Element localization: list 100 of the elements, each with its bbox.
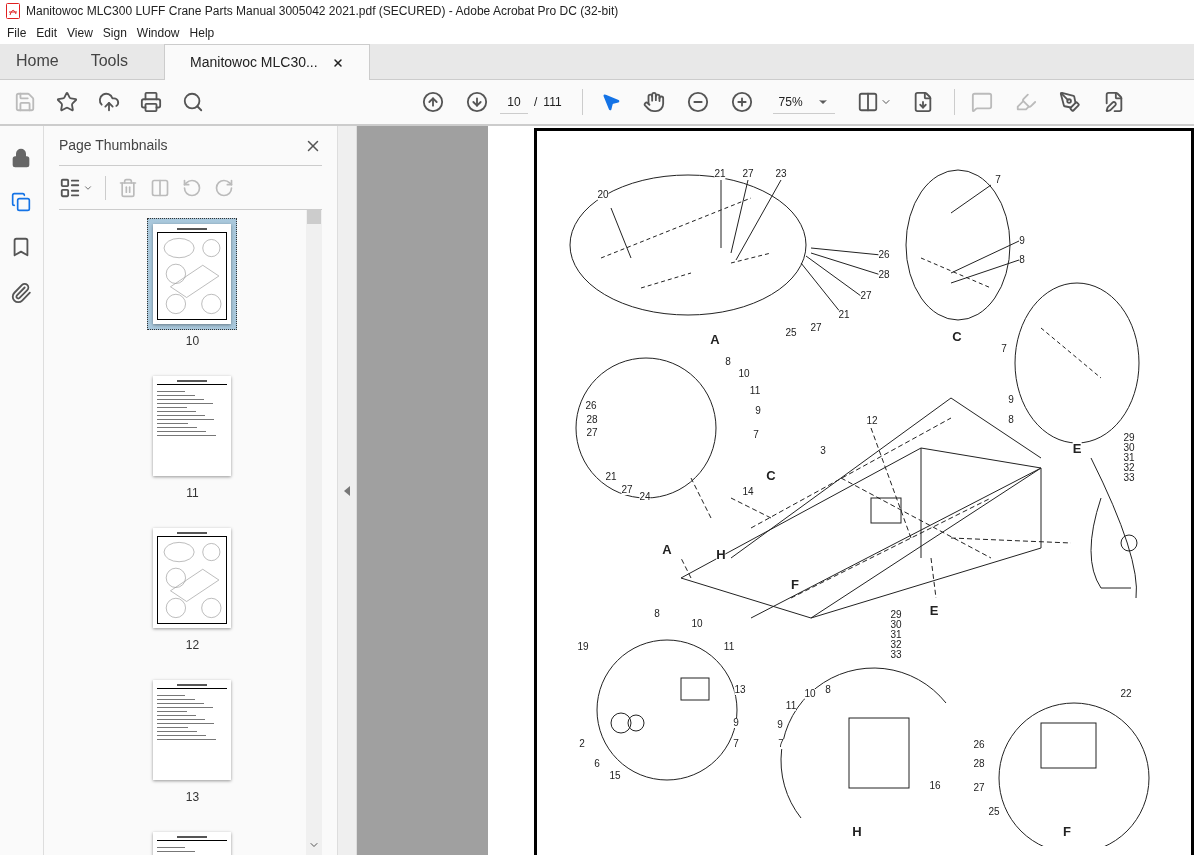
view-label: A [710, 332, 720, 346]
callout-number: 9 [755, 406, 761, 416]
callout-number: 10 [804, 689, 816, 699]
next-page-icon[interactable] [466, 91, 488, 113]
callout-number: 16 [929, 781, 941, 791]
callout-number: 27 [621, 485, 633, 495]
view-label: E [1072, 441, 1082, 455]
collapse-handle-icon[interactable] [344, 485, 351, 496]
callout-number: 13 [734, 685, 746, 695]
document-tab[interactable]: Manitowoc MLC30... [164, 44, 370, 80]
zoom-out-icon[interactable] [686, 91, 709, 113]
callout-number: 8 [725, 357, 731, 367]
view-label: C [952, 329, 962, 343]
menu-item[interactable]: Window [131, 24, 185, 42]
callout-number: 14 [742, 487, 754, 497]
callout-number: 23 [775, 169, 787, 179]
thumbnail[interactable] [147, 218, 238, 330]
callout-number: 31 [890, 630, 902, 640]
view-label: F [791, 577, 799, 591]
nav-tab[interactable]: Tools [74, 43, 145, 79]
paperclip-icon[interactable] [10, 282, 33, 304]
pages-icon[interactable] [11, 192, 32, 212]
callout-number: 19 [577, 642, 589, 652]
select-cursor-icon[interactable] [600, 92, 621, 112]
callout-number: 26 [585, 401, 597, 411]
callout-number: 8 [825, 685, 831, 695]
hand-icon[interactable] [642, 91, 665, 113]
page-separator: / [534, 94, 538, 111]
page-count: 111 [543, 94, 562, 111]
callout-number: 7 [778, 739, 784, 749]
callout-number: 33 [890, 650, 902, 660]
menu-item[interactable]: File [2, 24, 32, 42]
callout-number: 31 [1123, 453, 1135, 463]
callout-number: 7 [733, 739, 739, 749]
callout-number: 7 [995, 175, 1001, 185]
view-label: C [766, 468, 776, 482]
callout-number: 2 [579, 739, 585, 749]
callout-number: 9 [777, 720, 783, 730]
callout-number: 27 [810, 323, 822, 333]
menu-item[interactable]: Sign [97, 24, 132, 42]
callout-number: 10 [691, 619, 703, 629]
callout-number: 11 [723, 642, 735, 652]
menu-item[interactable]: Edit [31, 24, 63, 42]
callout-number: 26 [973, 740, 985, 750]
callout-number: 28 [878, 270, 890, 280]
zoom-dropdown[interactable]: 75% [772, 90, 835, 114]
search-icon[interactable] [182, 91, 204, 113]
pen-icon[interactable] [1058, 91, 1081, 113]
page-fit-icon[interactable] [856, 91, 879, 113]
close-icon[interactable] [331, 56, 344, 69]
callout-number: 24 [639, 492, 651, 502]
menu-item[interactable]: Help [184, 24, 220, 42]
callout-number: 28 [586, 415, 598, 425]
pdf-file-icon [6, 3, 20, 19]
callout-number: 27 [973, 783, 985, 793]
callout-number: 6 [594, 759, 600, 769]
callout-number: 22 [1120, 689, 1132, 699]
view-label: F [1063, 824, 1071, 838]
callout-number: 30 [1123, 443, 1135, 453]
star-icon[interactable] [56, 91, 78, 113]
callout-number: 27 [860, 291, 872, 301]
callout-number: 27 [742, 169, 754, 179]
callout-number: 29 [1123, 433, 1135, 443]
zoom-in-icon[interactable] [730, 91, 753, 113]
callout-number: 32 [1123, 463, 1135, 473]
view-label: H [716, 547, 726, 561]
callout-number: 3 [820, 446, 826, 456]
menu-item[interactable]: View [62, 24, 98, 42]
callout-number: 9 [1019, 236, 1025, 246]
callout-number: 33 [1123, 473, 1135, 483]
callout-number: 28 [973, 759, 985, 769]
callout-number: 21 [838, 310, 850, 320]
page-number-field[interactable]: 10 [500, 90, 528, 114]
callout-number: 11 [749, 386, 761, 396]
callout-number: 15 [609, 771, 621, 781]
upload-icon[interactable] [98, 91, 120, 113]
previous-page-icon[interactable] [422, 91, 444, 113]
callout-number: 21 [714, 169, 726, 179]
page-number: 10 [185, 333, 200, 350]
callout-number: 11 [785, 701, 797, 711]
nav-tab[interactable]: Home [0, 43, 75, 79]
view-label: E [929, 603, 939, 617]
print-icon[interactable] [140, 91, 162, 113]
callout-number: 9 [733, 718, 739, 728]
options-icon[interactable] [58, 176, 81, 199]
callout-number: 8 [1019, 255, 1025, 265]
page-number: 11 [186, 485, 199, 502]
callout-number: 12 [866, 416, 878, 426]
lock-icon[interactable] [11, 148, 32, 168]
view-label: A [662, 542, 672, 556]
page-number: 12 [185, 637, 200, 654]
panel-title: Page Thumbnails [58, 136, 168, 155]
window-title: Manitowoc MLC300 LUFF Crane Parts Manual 3005042 2021.pdf (SECURED) - Adobe Acrobat Pro DC (32-bit) [26, 3, 619, 20]
callout-number: 20 [597, 190, 609, 200]
view-label: H [852, 824, 862, 838]
callout-number: 7 [1001, 344, 1007, 354]
callout-number: 7 [753, 430, 759, 440]
callout-number: 9 [1008, 395, 1014, 405]
callout-number: 26 [878, 250, 890, 260]
callout-number: 8 [1008, 415, 1014, 425]
